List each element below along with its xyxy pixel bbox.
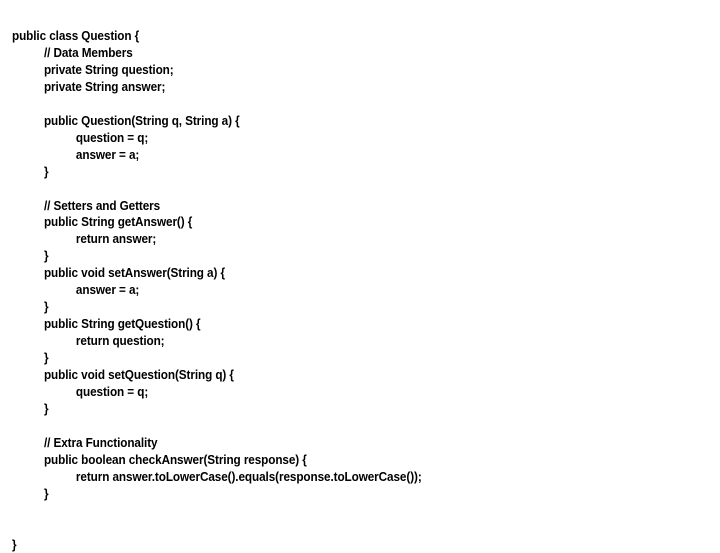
- code-line: public String getQuestion() {: [43, 317, 201, 332]
- code-line: question = q;: [75, 384, 149, 399]
- code-line: }: [43, 300, 49, 315]
- code-line: public Question(String q, String a) {: [43, 113, 240, 128]
- code-line: public void setAnswer(String a) {: [43, 266, 225, 281]
- code-line: // Setters and Getters: [43, 198, 161, 213]
- code-line: }: [43, 351, 49, 366]
- code-line: return answer.toLowerCase().equals(respo…: [75, 469, 422, 484]
- code-line: private String question;: [43, 62, 174, 77]
- code-line: answer = a;: [75, 147, 140, 162]
- code-line: }: [43, 249, 49, 264]
- code-line: public class Question {: [12, 29, 140, 43]
- slide-canvas: public class Question { // Data Members pr…: [0, 0, 720, 552]
- code-line: private String answer;: [43, 79, 166, 94]
- code-line: question = q;: [75, 130, 149, 145]
- code-line: public void setQuestion(String q) {: [43, 368, 234, 383]
- code-line: }: [43, 401, 49, 416]
- code-line: return question;: [75, 334, 165, 349]
- code-line: // Extra Functionality: [43, 435, 158, 450]
- code-listing: public class Question { // Data Members pr…: [12, 28, 708, 553]
- code-line: }: [43, 164, 49, 179]
- code-line: }: [43, 486, 49, 501]
- code-line: public String getAnswer() {: [43, 215, 193, 230]
- code-line: public boolean checkAnswer(String respon…: [43, 452, 307, 467]
- code-line: }: [12, 537, 17, 552]
- code-line: return answer;: [75, 232, 157, 247]
- code-line: // Data Members: [43, 45, 133, 60]
- code-line: answer = a;: [75, 283, 140, 298]
